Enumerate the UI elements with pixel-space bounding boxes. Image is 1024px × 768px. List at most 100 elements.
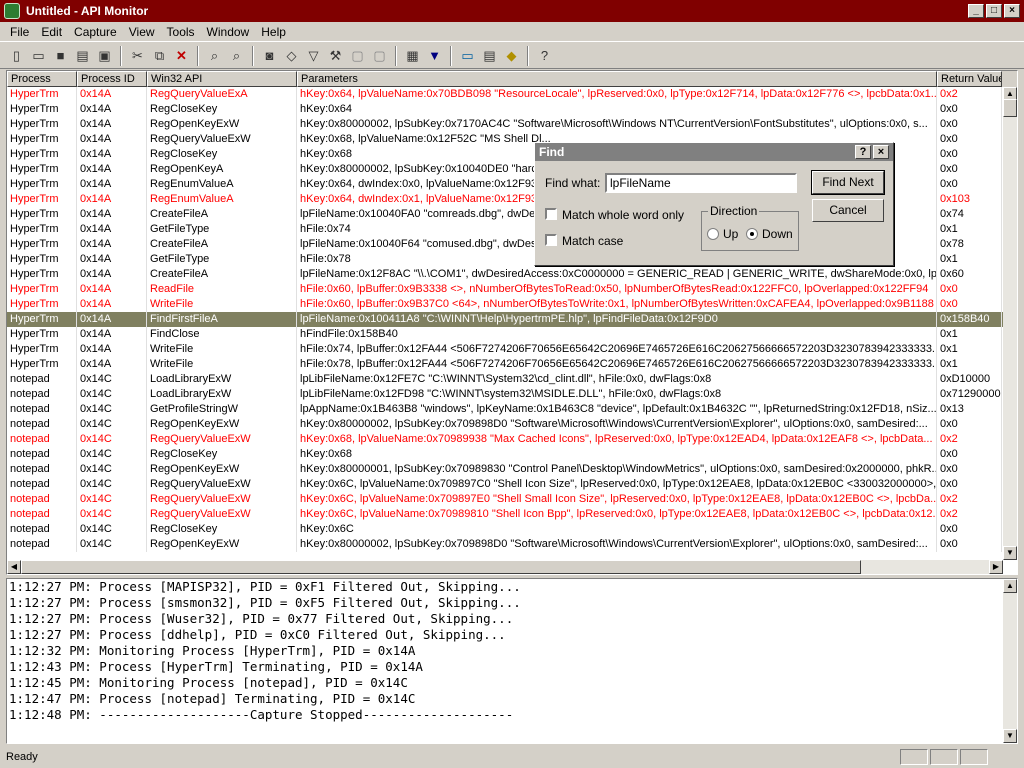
cell-api: GetFileType: [147, 222, 297, 237]
window2-icon[interactable]: ▢: [369, 46, 390, 66]
maximize-button[interactable]: □: [986, 4, 1002, 18]
menu-help[interactable]: Help: [255, 25, 292, 39]
cut-icon[interactable]: ✂: [127, 46, 148, 66]
table-row[interactable]: HyperTrm 0x14A FindFirstFileA lpFileName:0x…: [7, 312, 1017, 327]
print-icon[interactable]: ▤: [72, 46, 93, 66]
grid-icon[interactable]: ▦: [402, 46, 423, 66]
properties-icon[interactable]: ▤: [479, 46, 500, 66]
cell-api: WriteFile: [147, 297, 297, 312]
menu-capture[interactable]: Capture: [68, 25, 123, 39]
toolbar-separator: [527, 45, 529, 66]
match-whole-word-checkbox[interactable]: [545, 208, 557, 220]
log-panel[interactable]: 1:12:27 PM: Process [MAPISP32], PID = 0x…: [6, 578, 1018, 744]
table-row[interactable]: HyperTrm 0x14A ReadFile hFile:0x60, lpBuffe…: [7, 282, 1017, 297]
minimize-button[interactable]: _: [968, 4, 984, 18]
table-row[interactable]: HyperTrm 0x14A FindClose hFindFile:0x158B40…: [7, 327, 1017, 342]
table-row[interactable]: HyperTrm 0x14A WriteFile hFile:0x78, lpBuff…: [7, 357, 1017, 372]
warning-icon[interactable]: ◆: [501, 46, 522, 66]
column-process[interactable]: Process: [7, 71, 77, 87]
column-return-value[interactable]: Return Value: [937, 71, 1002, 87]
capture-icon[interactable]: ◙: [259, 46, 280, 66]
cell-process: HyperTrm: [7, 267, 77, 282]
menu-file[interactable]: File: [4, 25, 35, 39]
table-row[interactable]: notepad 0x14C RegQueryValueExW hKey:0x6C, l…: [7, 492, 1017, 507]
table-row[interactable]: notepad 0x14C RegOpenKeyExW hKey:0x80000002…: [7, 537, 1017, 552]
copy-icon[interactable]: ⧉: [149, 46, 170, 66]
find-next-button[interactable]: Find Next: [811, 170, 885, 195]
find-dialog-title[interactable]: Find ? ×: [535, 143, 893, 161]
close-button[interactable]: ×: [1004, 4, 1020, 18]
table-row[interactable]: HyperTrm 0x14A RegCloseKey hKey:0x64 0x0: [7, 102, 1017, 117]
download-icon[interactable]: ▼: [424, 46, 445, 66]
cell-return-value: 0x0: [937, 447, 1002, 462]
down-radio[interactable]: [746, 228, 758, 240]
toolbar-separator: [197, 45, 199, 66]
scroll-up-arrow[interactable]: ▲: [1003, 579, 1017, 593]
log-line: 1:12:47 PM: Process [notepad] Terminatin…: [9, 691, 416, 706]
cell-process-id: 0x14A: [77, 312, 147, 327]
table-row[interactable]: notepad 0x14C GetProfileStringW lpAppName:0…: [7, 402, 1017, 417]
log-line: 1:12:27 PM: Process [Wuser32], PID = 0x7…: [9, 611, 514, 626]
column-process-id[interactable]: Process ID: [77, 71, 147, 87]
monitor-icon[interactable]: ▭: [457, 46, 478, 66]
table-row[interactable]: notepad 0x14C LoadLibraryExW lpLibFileName:…: [7, 372, 1017, 387]
help-button[interactable]: ?: [855, 145, 871, 159]
table-row[interactable]: HyperTrm 0x14A RegQueryValueExA hKey:0x64, …: [7, 87, 1017, 102]
cell-return-value: 0x0: [937, 297, 1002, 312]
cell-process-id: 0x14A: [77, 177, 147, 192]
filter-icon[interactable]: ▽: [303, 46, 324, 66]
new-icon[interactable]: ▯: [6, 46, 27, 66]
table-row[interactable]: HyperTrm 0x14A WriteFile hFile:0x74, lpBuff…: [7, 342, 1017, 357]
table-row[interactable]: HyperTrm 0x14A CreateFileA lpFileName:0x12F…: [7, 267, 1017, 282]
help-icon[interactable]: ?: [534, 46, 555, 66]
match-case-checkbox[interactable]: [545, 234, 557, 246]
print-preview-icon[interactable]: ▣: [94, 46, 115, 66]
table-row[interactable]: HyperTrm 0x14A WriteFile hFile:0x60, lpBuff…: [7, 297, 1017, 312]
table-row[interactable]: notepad 0x14C RegCloseKey hKey:0x68 0x0: [7, 447, 1017, 462]
scroll-down-arrow[interactable]: ▼: [1003, 546, 1017, 560]
table-row[interactable]: notepad 0x14C RegOpenKeyExW hKey:0x80000002…: [7, 417, 1017, 432]
cancel-button[interactable]: Cancel: [812, 199, 884, 222]
table-row[interactable]: notepad 0x14C RegQueryValueExW hKey:0x6C, l…: [7, 477, 1017, 492]
up-radio[interactable]: [707, 228, 719, 240]
scroll-right-arrow[interactable]: ▶: [989, 560, 1003, 574]
menu-window[interactable]: Window: [201, 25, 256, 39]
cell-api: GetProfileStringW: [147, 402, 297, 417]
table-row[interactable]: notepad 0x14C RegOpenKeyExW hKey:0x80000001…: [7, 462, 1017, 477]
find-what-input[interactable]: lpFileName: [605, 173, 797, 193]
scroll-down-arrow[interactable]: ▼: [1003, 729, 1017, 743]
cell-api: GetFileType: [147, 252, 297, 267]
table-row[interactable]: notepad 0x14C RegCloseKey hKey:0x6C 0x0: [7, 522, 1017, 537]
window-icon[interactable]: ▢: [347, 46, 368, 66]
scroll-thumb[interactable]: [1003, 99, 1017, 117]
horizontal-scrollbar[interactable]: ◀ ▶: [7, 560, 1003, 574]
menu-edit[interactable]: Edit: [35, 25, 68, 39]
table-row[interactable]: notepad 0x14C RegQueryValueExW hKey:0x68, l…: [7, 432, 1017, 447]
log-scrollbar[interactable]: ▲ ▼: [1003, 579, 1017, 743]
find-what-label: Find what:: [545, 176, 601, 190]
menu-view[interactable]: View: [123, 25, 161, 39]
find-icon[interactable]: ⌕: [204, 46, 225, 66]
column-parameters[interactable]: Parameters: [297, 71, 937, 87]
tools-icon[interactable]: ⚒: [325, 46, 346, 66]
scroll-left-arrow[interactable]: ◀: [7, 560, 21, 574]
menu-tools[interactable]: Tools: [161, 25, 201, 39]
save-icon[interactable]: ■: [50, 46, 71, 66]
table-row[interactable]: HyperTrm 0x14A RegOpenKeyExW hKey:0x8000000…: [7, 117, 1017, 132]
cell-return-value: 0x0: [937, 177, 1002, 192]
cell-api: RegCloseKey: [147, 102, 297, 117]
open-icon[interactable]: ▭: [28, 46, 49, 66]
scroll-thumb-h[interactable]: [21, 560, 861, 574]
cell-process: HyperTrm: [7, 252, 77, 267]
vertical-scrollbar[interactable]: ▲ ▼: [1003, 87, 1017, 560]
column-win32-api[interactable]: Win32 API: [147, 71, 297, 87]
dialog-close-button[interactable]: ×: [873, 145, 889, 159]
eraser-icon[interactable]: ◇: [281, 46, 302, 66]
cell-return-value: 0x158B40: [937, 312, 1002, 327]
delete-icon[interactable]: ✕: [171, 46, 192, 66]
table-row[interactable]: notepad 0x14C RegQueryValueExW hKey:0x6C, l…: [7, 507, 1017, 522]
cell-return-value: 0x0: [937, 417, 1002, 432]
table-row[interactable]: notepad 0x14C LoadLibraryExW lpLibFileName:…: [7, 387, 1017, 402]
title-bar[interactable]: Untitled - API Monitor _ □ ×: [0, 0, 1024, 22]
find-next-icon[interactable]: ⌕: [226, 46, 247, 66]
